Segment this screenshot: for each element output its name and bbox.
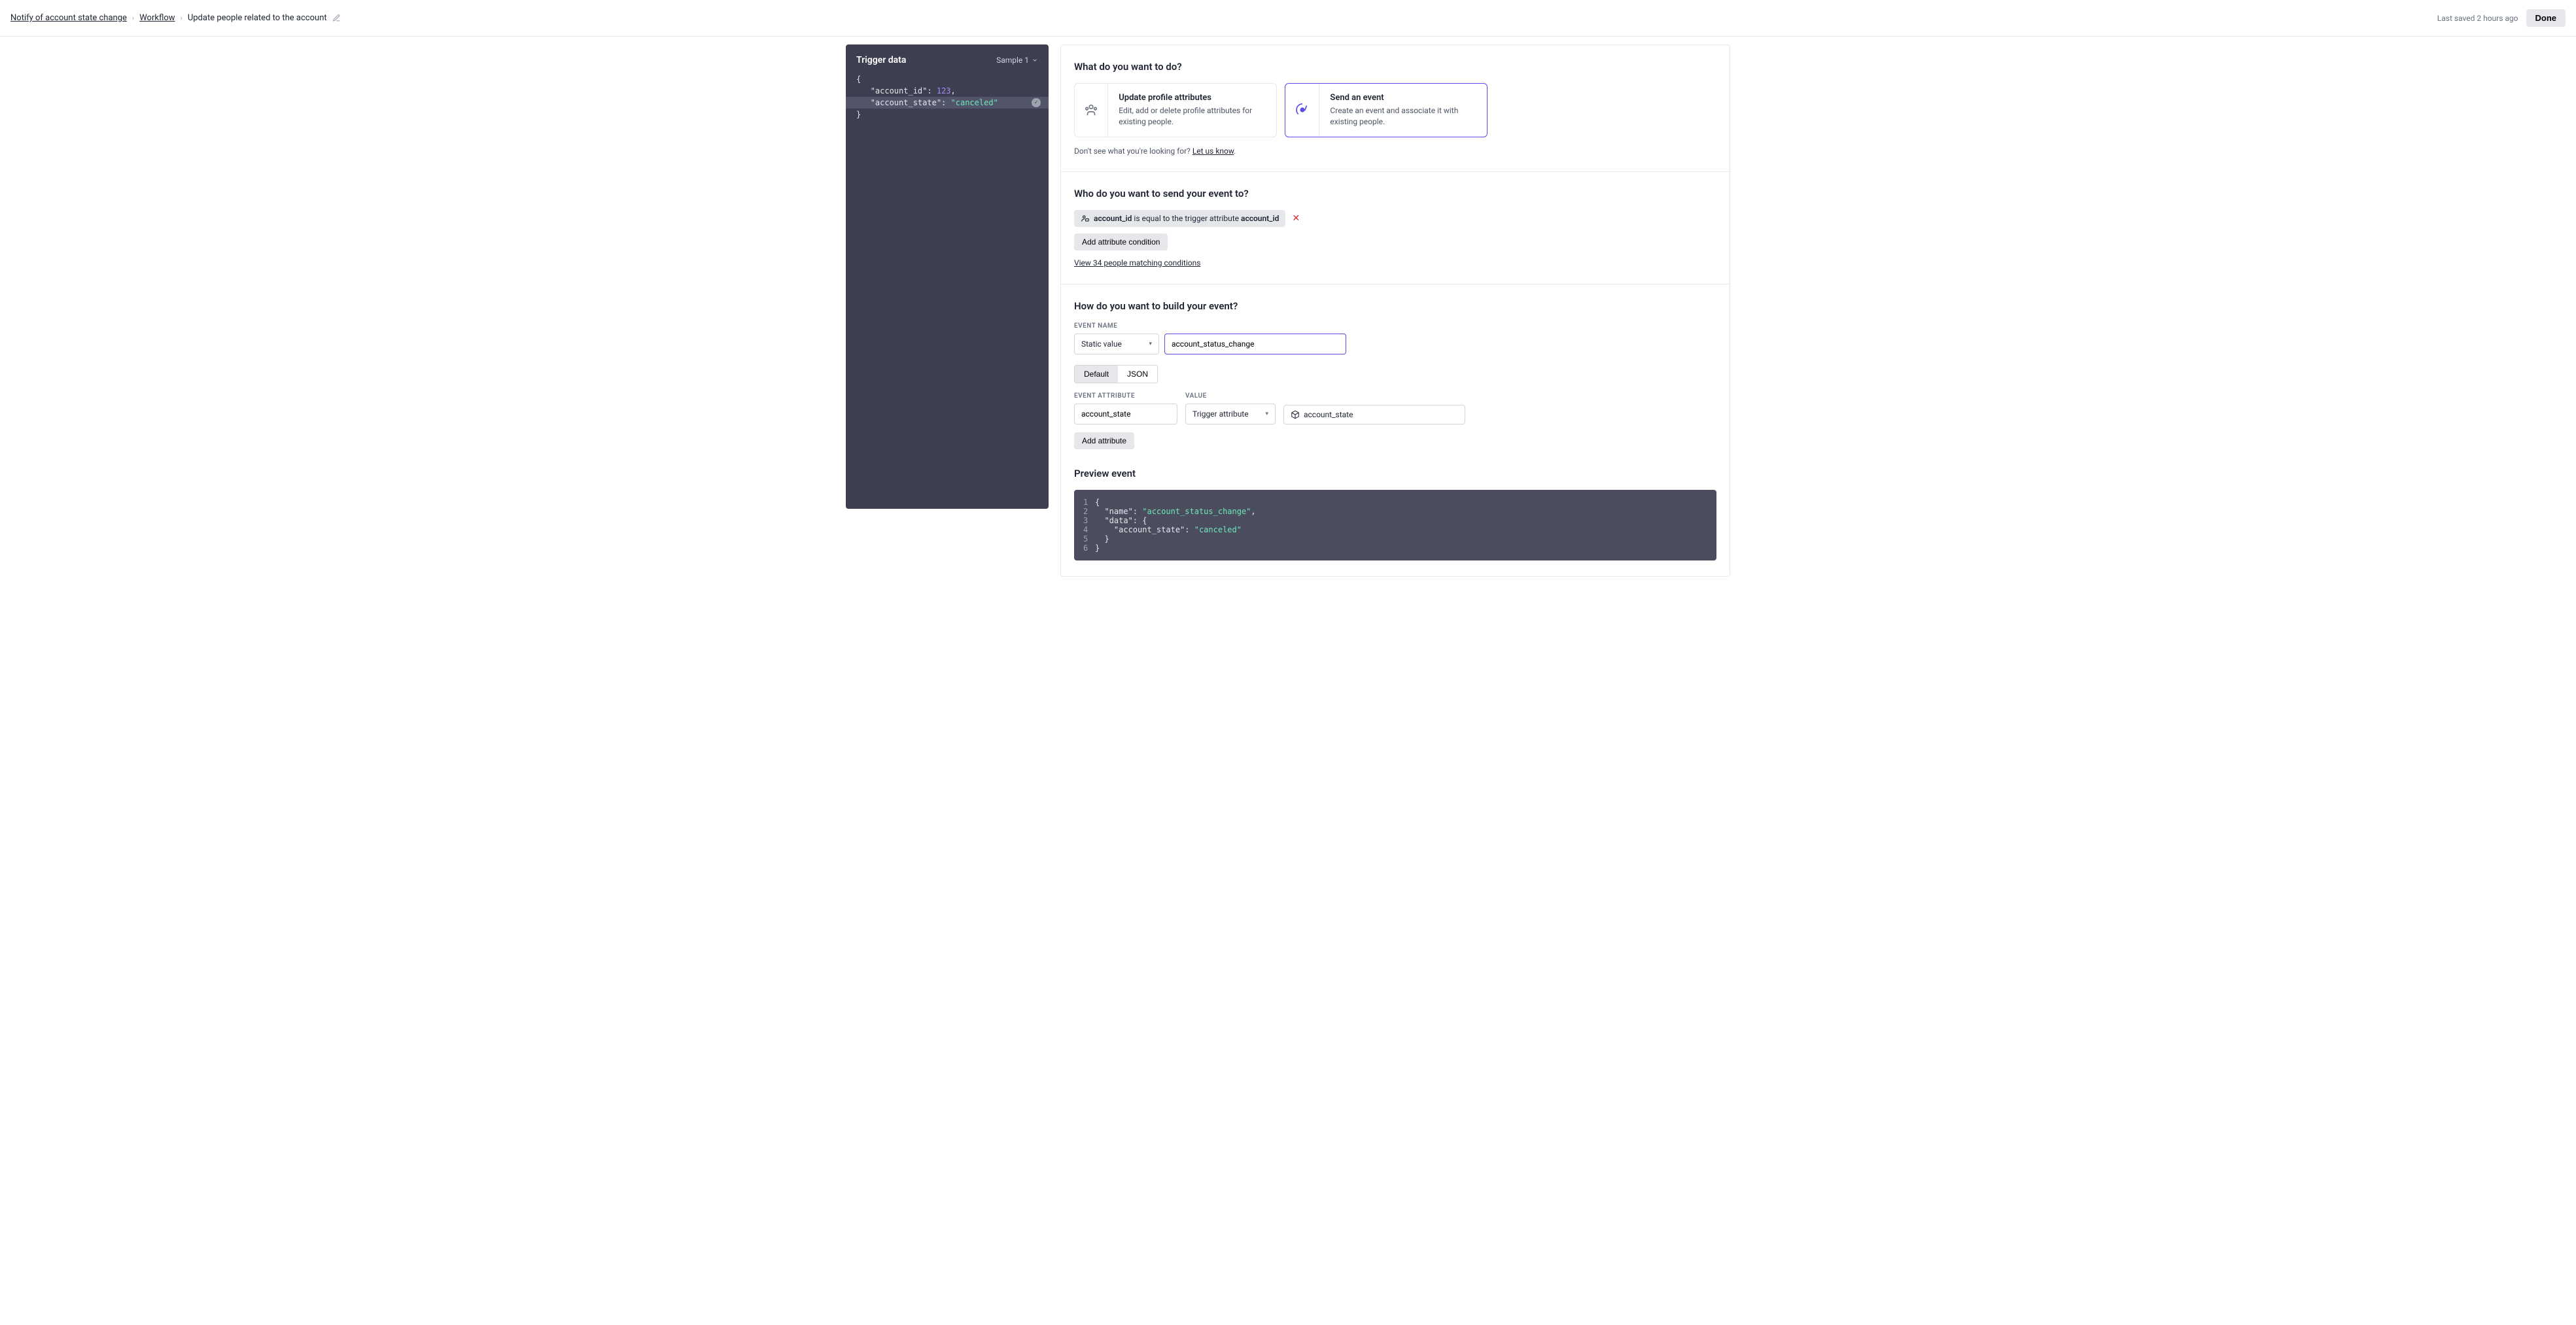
event-name-type-select[interactable]: Static value▾ xyxy=(1074,334,1159,354)
trigger-attribute-value[interactable]: account_state xyxy=(1283,405,1465,424)
section-title: What do you want to do? xyxy=(1074,61,1716,73)
field-label: EVENT ATTRIBUTE xyxy=(1074,392,1177,400)
section-build-event: How do you want to build your event? EVE… xyxy=(1061,284,1730,576)
mode-segmented-control: Default JSON xyxy=(1074,365,1158,383)
chevron-down-icon xyxy=(1032,57,1038,63)
main-panel: What do you want to do? Update profile a… xyxy=(1060,44,1730,577)
preview-title: Preview event xyxy=(1074,468,1716,479)
breadcrumb: Notify of account state change › Workflo… xyxy=(10,13,341,23)
sidebar-title: Trigger data xyxy=(856,55,906,65)
header-right: Last saved 2 hours ago Done xyxy=(2437,9,2566,27)
json-line: "account_id": 123, xyxy=(846,85,1049,97)
caret-down-icon: ▾ xyxy=(1149,341,1152,347)
json-line: { xyxy=(846,73,1049,85)
seg-json[interactable]: JSON xyxy=(1118,366,1157,383)
event-attribute-input[interactable] xyxy=(1074,404,1177,424)
seg-default[interactable]: Default xyxy=(1075,366,1118,383)
cube-icon xyxy=(1291,410,1300,419)
card-update-attributes[interactable]: Update profile attributes Edit, add or d… xyxy=(1074,83,1277,137)
card-title: Send an event xyxy=(1330,93,1476,103)
trigger-json: { "account_id": 123, "account_state": "c… xyxy=(846,73,1049,120)
top-header: Notify of account state change › Workflo… xyxy=(0,0,2576,37)
remove-condition-icon[interactable]: ✕ xyxy=(1292,213,1300,224)
json-line: } xyxy=(846,109,1049,120)
card-desc: Edit, add or delete profile attributes f… xyxy=(1119,105,1266,128)
person-tag-icon xyxy=(1081,214,1090,223)
sample-dropdown[interactable]: Sample 1 xyxy=(996,56,1038,65)
edit-icon[interactable] xyxy=(332,14,341,22)
condition-chip[interactable]: account_id is equal to the trigger attri… xyxy=(1074,210,1285,227)
json-line-highlighted[interactable]: "account_state": "canceled" ✓ xyxy=(846,97,1049,109)
page-body: Trigger data Sample 1 { "account_id": 12… xyxy=(0,37,2576,603)
section-audience: Who do you want to send your event to? a… xyxy=(1061,172,1730,284)
caret-down-icon: ▾ xyxy=(1265,411,1268,417)
chevron-right-icon: › xyxy=(181,14,183,22)
section-title: How do you want to build your event? xyxy=(1074,300,1716,312)
card-desc: Create an event and associate it with ex… xyxy=(1330,105,1476,128)
feedback-text: Don't see what you're looking for? Let u… xyxy=(1074,146,1716,156)
field-label: EVENT NAME xyxy=(1074,322,1716,330)
card-title: Update profile attributes xyxy=(1119,93,1266,103)
people-icon xyxy=(1075,84,1108,137)
section-title: Who do you want to send your event to? xyxy=(1074,188,1716,199)
saved-status: Last saved 2 hours ago xyxy=(2437,14,2518,23)
view-matching-link[interactable]: View 34 people matching conditions xyxy=(1074,258,1200,267)
trigger-data-sidebar: Trigger data Sample 1 { "account_id": 12… xyxy=(846,44,1049,509)
breadcrumb-current: Update people related to the account xyxy=(188,13,327,23)
preview-event-code: 1{ 2 "name": "account_status_change", 3 … xyxy=(1074,490,1716,560)
event-icon xyxy=(1285,84,1319,137)
add-condition-button[interactable]: Add attribute condition xyxy=(1074,233,1168,250)
value-type-select[interactable]: Trigger attribute▾ xyxy=(1185,404,1276,424)
breadcrumb-link-2[interactable]: Workflow xyxy=(139,13,175,23)
section-action: What do you want to do? Update profile a… xyxy=(1061,45,1730,172)
card-send-event[interactable]: Send an event Create an event and associ… xyxy=(1285,83,1488,137)
check-circle-icon: ✓ xyxy=(1032,98,1041,107)
breadcrumb-link-1[interactable]: Notify of account state change xyxy=(10,13,127,23)
event-name-input[interactable] xyxy=(1164,334,1346,354)
done-button[interactable]: Done xyxy=(2526,9,2566,27)
add-attribute-button[interactable]: Add attribute xyxy=(1074,432,1134,449)
chevron-right-icon: › xyxy=(132,14,134,22)
field-label: VALUE xyxy=(1185,392,1276,400)
feedback-link[interactable]: Let us know xyxy=(1192,146,1234,156)
